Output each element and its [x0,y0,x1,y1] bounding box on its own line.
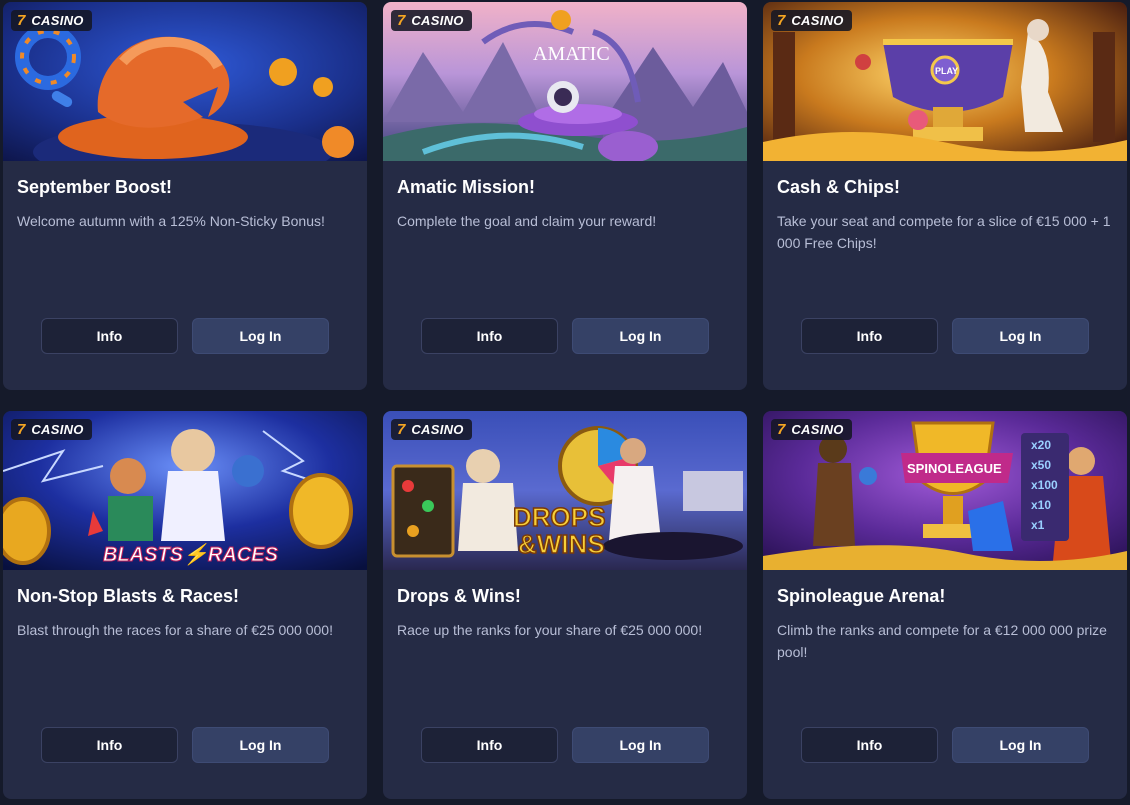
promo-title: Non-Stop Blasts & Races! [17,586,240,606]
seven-logo-icon: 7 [777,12,786,29]
multiplier-label: x50 [1031,458,1051,472]
drops-logo-text: DROPS [513,502,605,532]
promo-card-cash-chips: PLAY 7 CASINO Cash & Chips! Take your se… [763,2,1127,390]
info-button[interactable]: Info [801,727,938,763]
info-button[interactable]: Info [421,318,558,354]
login-button[interactable]: Log In [952,727,1089,763]
badge-label: CASINO [31,422,84,437]
seven-logo-icon: 7 [397,421,406,438]
promo-banner[interactable]: SPINOLEAGUE x20 x50 x100 x10 x1 7 CASINO [763,411,1127,570]
promo-card-september-boost: 7 CASINO September Boost! Welcome autumn… [3,2,367,390]
multiplier-label: x1 [1031,518,1045,532]
casino-badge: 7 CASINO [391,419,472,440]
casino-badge: 7 CASINO [11,10,92,31]
badge-label: CASINO [791,13,844,28]
login-button[interactable]: Log In [192,727,329,763]
seven-logo-icon: 7 [397,12,406,29]
promo-banner[interactable]: DROPS &WINS 7 CASINO [383,411,747,570]
promo-card-amatic-mission: AMATIC 7 CASINO Amatic Mission! Complete… [383,2,747,390]
promo-title: Drops & Wins! [397,586,521,606]
spinoleague-logo-text: SPINOLEAGUE [907,461,1002,476]
casino-badge: 7 CASINO [11,419,92,440]
badge-label: CASINO [411,422,464,437]
multiplier-label: x20 [1031,438,1051,452]
promo-title: Amatic Mission! [397,177,536,197]
promo-description: Race up the ranks for your share of €25 … [397,622,703,638]
promo-card-blasts-races: BLASTS⚡RACES 7 CASINO Non-Stop Blasts & … [3,411,367,799]
promo-banner[interactable]: 7 CASINO [3,2,367,161]
promo-card-drops-wins: DROPS &WINS 7 CASINO Drops & Wins! Race … [383,411,747,799]
promo-description: Complete the goal and claim your reward! [397,213,657,229]
info-button[interactable]: Info [41,318,178,354]
promo-title: September Boost! [17,177,173,197]
info-button[interactable]: Info [801,318,938,354]
info-button[interactable]: Info [41,727,178,763]
promo-banner[interactable]: AMATIC 7 CASINO [383,2,747,161]
blasts-races-logo-text: BLASTS⚡RACES [103,542,279,566]
promo-description: Take your seat and compete for a slice o… [777,213,1111,251]
login-button[interactable]: Log In [572,727,709,763]
wins-logo-text: &WINS [518,529,605,559]
multiplier-label: x10 [1031,498,1051,512]
login-button[interactable]: Log In [952,318,1089,354]
badge-label: CASINO [791,422,844,437]
casino-badge: 7 CASINO [771,10,852,31]
promo-description: Climb the ranks and compete for a €12 00… [777,622,1107,660]
badge-label: CASINO [411,13,464,28]
login-button[interactable]: Log In [572,318,709,354]
promo-title: Spinoleague Arena! [777,586,946,606]
casino-badge: 7 CASINO [391,10,472,31]
promo-title: Cash & Chips! [777,177,901,197]
promo-description: Blast through the races for a share of €… [17,622,333,638]
promotions-grid: 7 CASINO September Boost! Welcome autumn… [3,2,1127,799]
badge-label: CASINO [31,13,84,28]
promo-card-spinoleague-arena: SPINOLEAGUE x20 x50 x100 x10 x1 7 CASINO Spi… [763,411,1127,799]
login-button[interactable]: Log In [192,318,329,354]
promo-description: Welcome autumn with a 125% Non-Sticky Bo… [17,213,325,229]
play-logo-text: PLAY [935,66,958,76]
promo-banner[interactable]: BLASTS⚡RACES 7 CASINO [3,411,367,570]
seven-logo-icon: 7 [17,12,26,29]
seven-logo-icon: 7 [17,421,26,438]
promo-banner[interactable]: PLAY 7 CASINO [763,2,1127,161]
casino-badge: 7 CASINO [771,419,852,440]
info-button[interactable]: Info [421,727,558,763]
multiplier-label: x100 [1031,478,1058,492]
seven-logo-icon: 7 [777,421,786,438]
amatic-logo-text: AMATIC [533,43,610,65]
